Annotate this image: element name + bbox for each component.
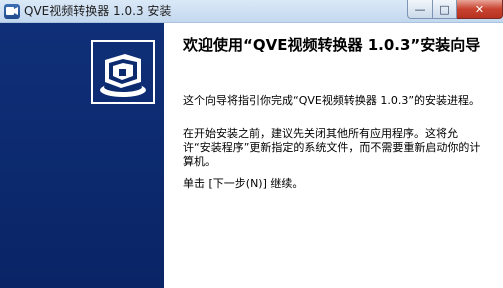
minimize-button[interactable]: — [407, 0, 433, 19]
wizard-page: 欢迎使用“QVE视频转换器 1.0.3”安装向导 这个向导将指引你完成“QVE视… [0, 23, 503, 288]
wizard-banner [0, 23, 164, 288]
maximize-button[interactable]: □ [433, 0, 457, 19]
installer-box-icon [91, 40, 155, 104]
title-bar[interactable]: QVE视频转换器 1.0.3 安装 — □ ✕ [0, 0, 503, 23]
app-icon [4, 4, 20, 19]
welcome-heading: 欢迎使用“QVE视频转换器 1.0.3”安装向导 [183, 36, 481, 54]
close-button[interactable]: ✕ [457, 0, 503, 19]
next-instruction-text: 单击 [下一步(N)] 继续。 [183, 177, 304, 190]
close-apps-text: 在开始安装之前，建议先关闭其他所有应用程序。这将允许“安装程序”更新指定的系统文… [183, 127, 481, 168]
window-title: QVE视频转换器 1.0.3 安装 [24, 4, 172, 18]
window-controls: — □ ✕ [407, 0, 503, 20]
intro-text: 这个向导将指引你完成“QVE视频转换器 1.0.3”的安装进程。 [183, 94, 481, 107]
